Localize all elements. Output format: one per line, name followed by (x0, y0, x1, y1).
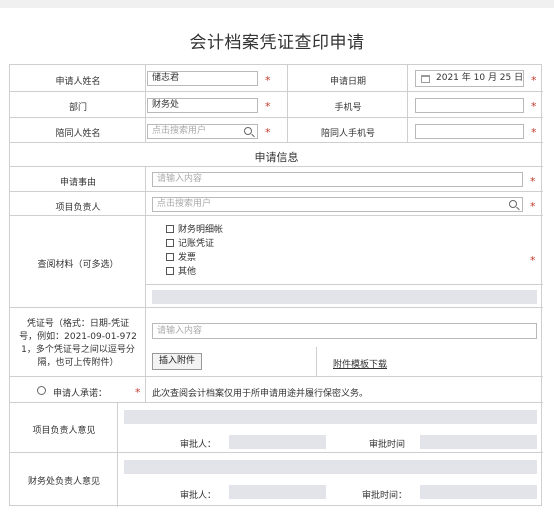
reason-input[interactable]: 请输入内容 (152, 172, 523, 187)
apply-date-label: 申请日期 (329, 77, 366, 87)
voucher-label: 凭证号（格式：日期-凭证 号，例如：2021-09-01-972 1，多个凭证号… (19, 319, 137, 368)
department-input[interactable]: 财务处 (147, 98, 258, 113)
application-form: 申请人姓名 储志君 * 申请日期 2021 年 10 月 25 日 * 部门 财… (9, 64, 543, 507)
finance-approver-field[interactable] (229, 485, 326, 499)
required-mark: * (265, 126, 271, 139)
checkbox[interactable] (166, 253, 174, 261)
project-approver-field[interactable] (229, 435, 326, 449)
search-icon[interactable] (509, 200, 517, 208)
finance-approver-label: 审批人： (180, 491, 217, 501)
companion-mobile-input[interactable] (415, 124, 524, 139)
materials-option[interactable]: 其他 (166, 264, 196, 277)
finance-opinion-label: 财务处负责人意见 (27, 477, 100, 487)
apply-date-value: 2021 年 10 月 25 日 (436, 73, 524, 83)
insert-attachment-button[interactable]: 插入附件 (152, 353, 202, 370)
required-mark: * (530, 200, 536, 213)
materials-option[interactable]: 发票 (166, 250, 196, 263)
required-mark: * (531, 74, 537, 87)
finance-time-label: 审批时间： (362, 491, 408, 501)
required-mark: * (530, 175, 536, 188)
mobile-label: 手机号 (334, 103, 362, 113)
required-mark: * (135, 386, 141, 399)
project-approver-label: 审批人： (180, 440, 217, 450)
project-time-label: 审批时间 (369, 440, 406, 450)
companion-placeholder: 点击搜索用户 (152, 126, 207, 136)
commitment-radio[interactable] (37, 386, 46, 395)
required-mark: * (530, 254, 536, 267)
voucher-input[interactable]: 请输入内容 (152, 323, 537, 339)
companion-search-input[interactable]: 点击搜索用户 (147, 124, 258, 139)
materials-other-field[interactable] (152, 290, 537, 304)
finance-opinion-field[interactable] (124, 460, 537, 474)
page-title: 会计档案凭证查印申请 (189, 33, 365, 53)
commitment-text: 此次查阅会计档案仅用于所申请用途并履行保密义务。 (152, 389, 369, 399)
checkbox[interactable] (166, 225, 174, 233)
project-lead-label: 项目负责人 (55, 203, 101, 213)
project-time-field[interactable] (420, 435, 537, 449)
companion-mobile-label: 陪同人手机号 (320, 129, 375, 139)
required-mark: * (531, 100, 537, 113)
search-icon[interactable] (244, 127, 252, 135)
template-download-link[interactable]: 附件模板下载 (333, 357, 387, 370)
reason-label: 申请事由 (59, 178, 96, 188)
section-title: 申请信息 (254, 151, 299, 164)
materials-option[interactable]: 记账凭证 (166, 236, 214, 249)
project-lead-placeholder: 点击搜索用户 (157, 199, 212, 209)
required-mark: * (265, 74, 271, 87)
project-opinion-label: 项目负责人意见 (32, 426, 96, 436)
companion-label: 陪同人姓名 (55, 129, 101, 139)
applicant-label: 申请人姓名 (55, 77, 101, 87)
project-lead-search-input[interactable]: 点击搜索用户 (152, 197, 523, 212)
required-mark: * (531, 126, 537, 139)
apply-date-picker[interactable]: 2021 年 10 月 25 日 (415, 70, 524, 87)
applicant-name-input[interactable]: 储志君 (147, 71, 258, 86)
finance-time-field[interactable] (420, 485, 537, 499)
checkbox[interactable] (166, 267, 174, 275)
project-opinion-field[interactable] (124, 410, 537, 424)
page: 会计档案凭证查印申请 申请人姓名 储志君 * 申请日期 2021 年 10 月 … (0, 8, 554, 513)
commitment-label: 申请人承诺： (53, 389, 108, 399)
mobile-input[interactable] (415, 98, 524, 113)
required-mark: * (265, 100, 271, 113)
calendar-icon (421, 75, 430, 83)
divider (316, 347, 317, 377)
materials-option[interactable]: 财务明细帐 (166, 222, 223, 235)
department-label: 部门 (68, 103, 87, 113)
checkbox[interactable] (166, 239, 174, 247)
materials-label: 查阅材料（可多选） (37, 260, 119, 270)
